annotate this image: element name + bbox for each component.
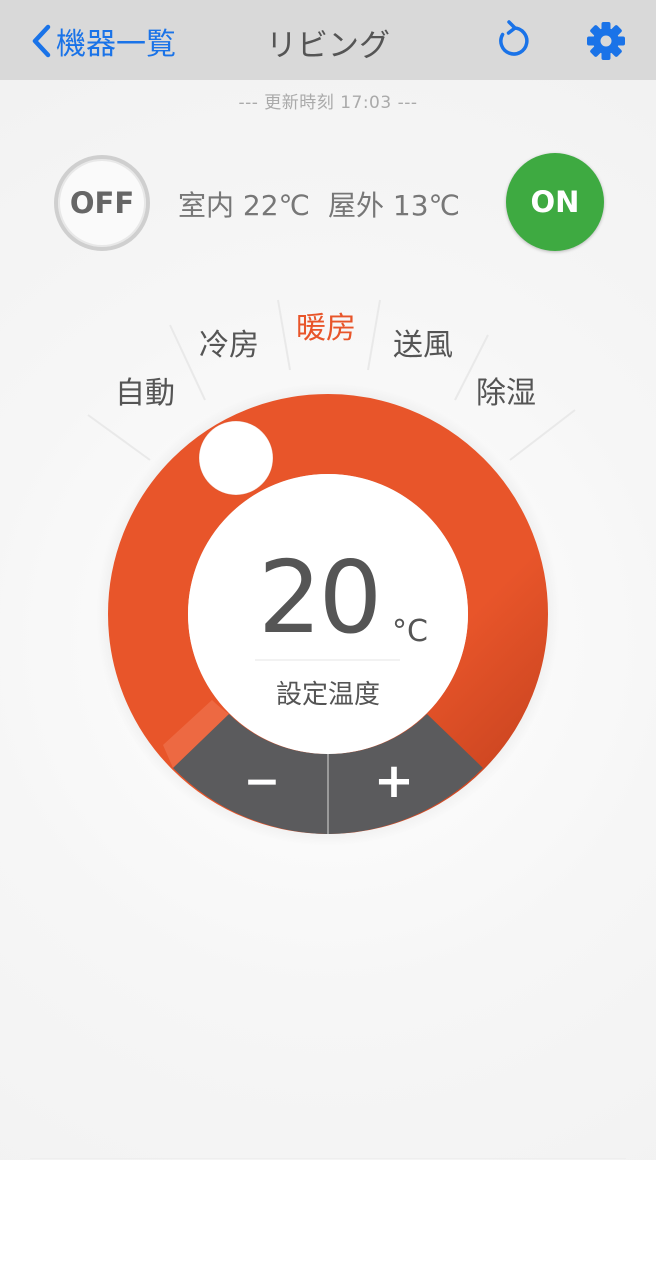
setpoint-label: 設定温度	[275, 680, 380, 710]
outdoor-temperature: 屋外 13℃	[327, 189, 460, 222]
mode-dry[interactable]: 除湿	[476, 368, 536, 412]
mode-fan[interactable]: 送風	[393, 320, 453, 364]
minus-button-label: −	[244, 756, 281, 807]
temperature-knob[interactable]	[198, 420, 274, 496]
power-off-button[interactable]: OFF	[54, 155, 150, 251]
page-title: リビング	[266, 28, 390, 64]
nav-bar: 機器一覧 リビング	[0, 0, 656, 80]
temperature-readout: 室内 22℃ 屋外 13℃	[178, 184, 478, 224]
plus-button-label: +	[374, 753, 414, 809]
mode-cool[interactable]: 冷房	[199, 320, 259, 364]
refresh-icon[interactable]	[494, 20, 534, 60]
bottom-area	[0, 1160, 656, 1280]
mode-auto[interactable]: 自動	[115, 368, 175, 412]
setpoint-value: 20	[258, 539, 382, 656]
power-off-label: OFF	[69, 186, 135, 220]
power-on-label: ON	[530, 185, 580, 219]
power-on-button[interactable]: ON	[506, 153, 604, 251]
gear-icon[interactable]	[585, 20, 627, 62]
mode-heat[interactable]: 暖房	[296, 303, 356, 347]
indoor-temperature: 室内 22℃	[178, 189, 310, 222]
bottom-divider	[30, 1158, 626, 1159]
setpoint-unit: °C	[392, 614, 428, 649]
update-time: --- 更新時刻 17:03 ---	[238, 93, 418, 113]
